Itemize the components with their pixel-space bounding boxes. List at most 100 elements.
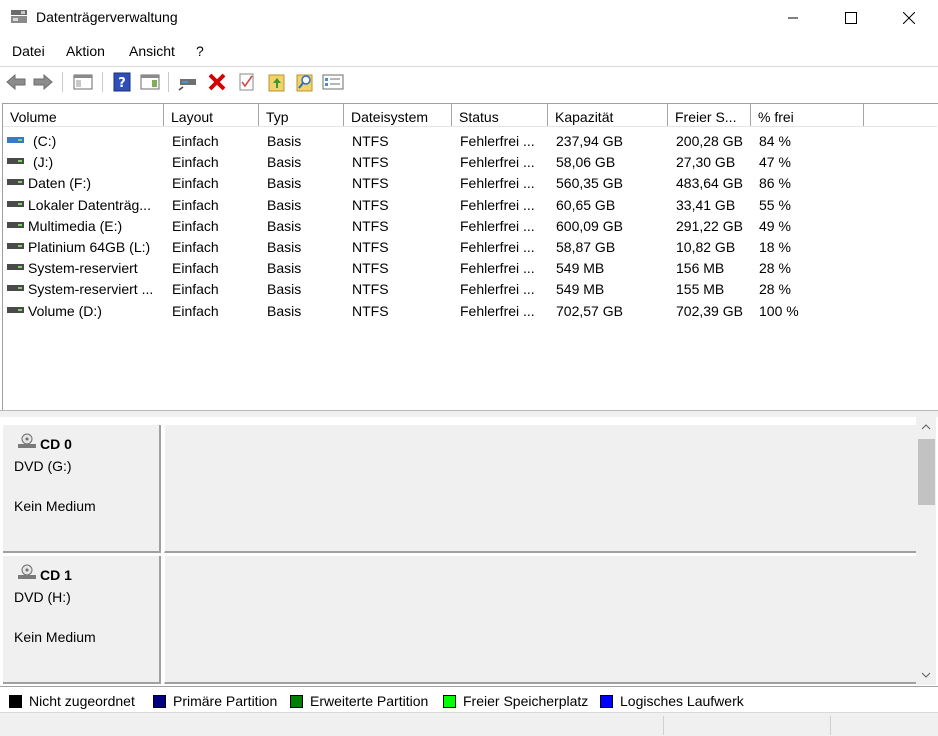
table-row[interactable]: System-reserviert ... Einfach Basis NTFS Feh… [3,278,937,299]
console-tree-button[interactable] [72,71,94,93]
hard-drive-icon [7,221,24,228]
cell-kapazitaet: 237,94 GB [556,133,623,149]
cell-layout: Einfach [172,260,219,277]
cell-typ: Basis [267,175,302,192]
legend-swatch [290,694,303,708]
legend-label: Logisches Laufwerk [620,693,744,709]
legend-label: Erweiterte Partition [310,693,429,709]
cell-kapazitaet: 549 MB [556,260,605,277]
disk-type: DVD (H:) [14,589,71,605]
connect-disk-button[interactable] [177,71,199,93]
cell-prozent-frei: 49 % [759,217,791,234]
toolbar-separator [102,72,103,92]
hard-drive-icon [7,306,24,313]
legend: Nicht zugeordnet Primäre Partition Erwei… [0,686,938,713]
cell-status: Fehlerfrei ... [460,302,535,319]
table-row[interactable]: (J:) Einfach Basis NTFS Fehlerfrei ... 58,06 … [3,151,937,172]
disk-label-cd0[interactable]: CD 0 DVD (G:) Kein Medium [3,425,161,553]
cell-volume: System-reserviert [28,260,138,277]
minimize-button[interactable] [764,0,822,36]
table-row[interactable]: Platinium 64GB (L:) Einfach Basis NTFS Fehle… [3,236,937,257]
cell-prozent-frei: 28 % [759,260,791,277]
column-header-prozent-frei[interactable]: % frei [751,104,864,126]
cell-dateisystem: NTFS [352,154,389,171]
scrollbar-thumb[interactable] [918,439,935,505]
check-icon [239,73,254,91]
column-header-kapazitaet[interactable]: Kapazität [548,104,668,126]
cell-kapazitaet: 549 MB [556,281,605,298]
help-button[interactable]: ? [111,71,133,93]
toolbar-separator [168,72,169,92]
legend-label: Nicht zugeordnet [29,693,135,709]
volume-list[interactable]: Volume Layout Typ Dateisystem Status Kap… [2,103,938,411]
chevron-down-icon [921,672,931,678]
cell-typ: Basis [267,302,302,319]
cell-typ: Basis [267,239,302,255]
menu-help[interactable]: ? [196,43,204,59]
cell-typ: Basis [267,217,302,234]
properties-button[interactable] [322,71,344,93]
console-tree-icon [73,74,93,90]
disk-media-status: Kein Medium [14,498,96,514]
column-header-dateisystem[interactable]: Dateisystem [344,104,452,126]
scroll-up-button[interactable] [916,419,936,435]
help-icon: ? [113,72,131,92]
cell-dateisystem: NTFS [352,217,389,234]
cell-layout: Einfach [172,302,219,319]
delete-button[interactable] [206,71,228,93]
search-button[interactable] [294,71,316,93]
check-button[interactable] [236,71,258,93]
legend-swatch [443,694,456,708]
cell-layout: Einfach [172,133,219,149]
maximize-button[interactable] [822,0,880,36]
forward-button[interactable] [32,71,54,93]
disk-management-icon [11,10,27,23]
open-folder-button[interactable] [266,71,288,93]
cell-kapazitaet: 58,06 GB [556,154,616,171]
minimize-icon [788,17,798,19]
table-row[interactable]: System-reserviert Einfach Basis NTFS Fehlerf… [3,257,937,278]
table-row[interactable]: Daten (F:) Einfach Basis NTFS Fehlerfrei ...… [3,172,937,193]
menu-aktion[interactable]: Aktion [66,43,105,59]
cell-prozent-frei: 86 % [759,175,791,192]
close-button[interactable] [880,0,938,36]
disk-label-cd1[interactable]: CD 1 DVD (H:) Kein Medium [3,556,161,684]
hard-drive-icon [7,285,24,292]
back-button[interactable] [5,71,27,93]
open-folder-icon [268,74,285,92]
hard-drive-icon [7,200,24,207]
toolbar: ? [0,66,938,97]
column-header-typ[interactable]: Typ [259,104,344,126]
menu-datei[interactable]: Datei [12,43,45,59]
disk-partition-area-cd0[interactable] [164,425,916,553]
cell-freier-speicher: 33,41 GB [676,196,736,213]
hard-drive-icon [7,264,24,271]
column-header-layout[interactable]: Layout [164,104,259,126]
cell-prozent-frei: 28 % [759,281,791,298]
cell-dateisystem: NTFS [352,239,389,255]
delete-icon [208,73,226,91]
table-row[interactable]: Multimedia (E:) Einfach Basis NTFS Fehlerfre… [3,215,937,236]
status-pane [830,716,831,735]
window-title: Datenträgerverwaltung [36,9,178,25]
cell-kapazitaet: 60,65 GB [556,196,616,213]
status-pane [663,716,664,735]
table-row[interactable]: Lokaler Datenträg... Einfach Basis NTFS Fehl… [3,194,937,215]
disk-name: CD 1 [40,567,72,583]
menu-ansicht[interactable]: Ansicht [129,43,175,59]
disk-map-scrollbar[interactable] [916,417,936,685]
column-header-freier-speicher[interactable]: Freier S... [668,104,751,126]
disk-partition-area-cd1[interactable] [164,556,916,684]
table-row[interactable]: (C:) Einfach Basis NTFS Fehlerfrei ... 237,94… [3,130,937,151]
column-header-status[interactable]: Status [452,104,548,126]
connect-disk-icon [178,79,196,91]
column-header-volume[interactable]: Volume [3,104,164,126]
table-row[interactable]: Volume (D:) Einfach Basis NTFS Fehlerfrei ..… [3,300,937,321]
cell-layout: Einfach [172,175,219,192]
hard-drive-icon [7,243,24,249]
cell-dateisystem: NTFS [352,133,389,149]
scroll-down-button[interactable] [916,667,936,683]
action-pane-button[interactable] [139,71,161,93]
cell-layout: Einfach [172,281,219,298]
volume-list-header: Volume Layout Typ Dateisystem Status Kap… [3,104,937,127]
